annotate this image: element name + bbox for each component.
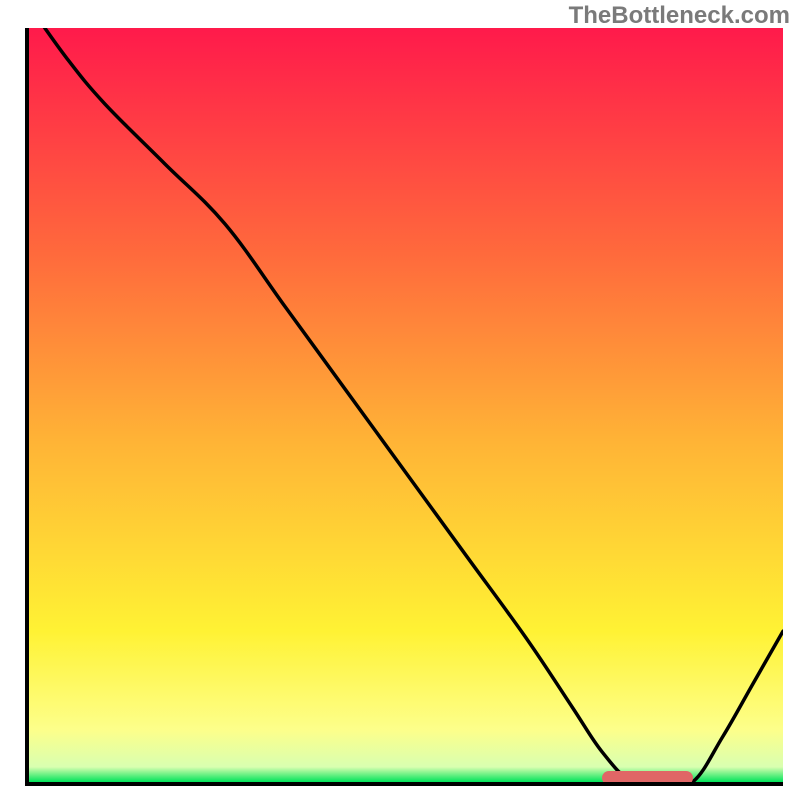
watermark-text: TheBottleneck.com xyxy=(569,2,790,30)
plot-area xyxy=(25,28,783,786)
plot-inner xyxy=(29,28,783,782)
chart-container: TheBottleneck.com xyxy=(0,0,800,800)
optimal-range-marker xyxy=(602,771,692,782)
bottleneck-curve xyxy=(29,28,783,782)
